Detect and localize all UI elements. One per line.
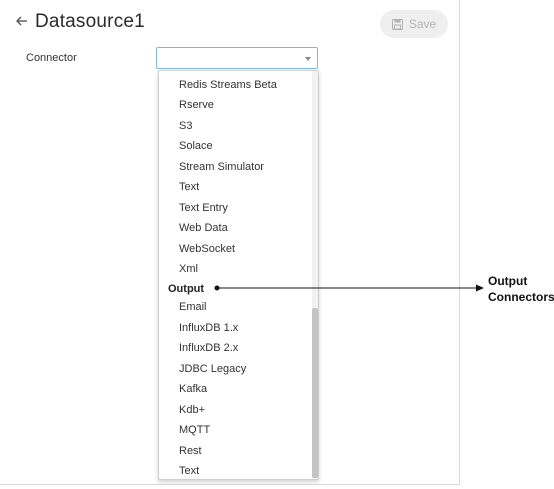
callout-line-1: Output (488, 274, 528, 288)
callout-line-2: Connectors (488, 290, 554, 304)
callout-arrow (214, 284, 484, 292)
callout-label: Output Connectors (488, 273, 554, 305)
arrowhead-icon (476, 284, 484, 292)
